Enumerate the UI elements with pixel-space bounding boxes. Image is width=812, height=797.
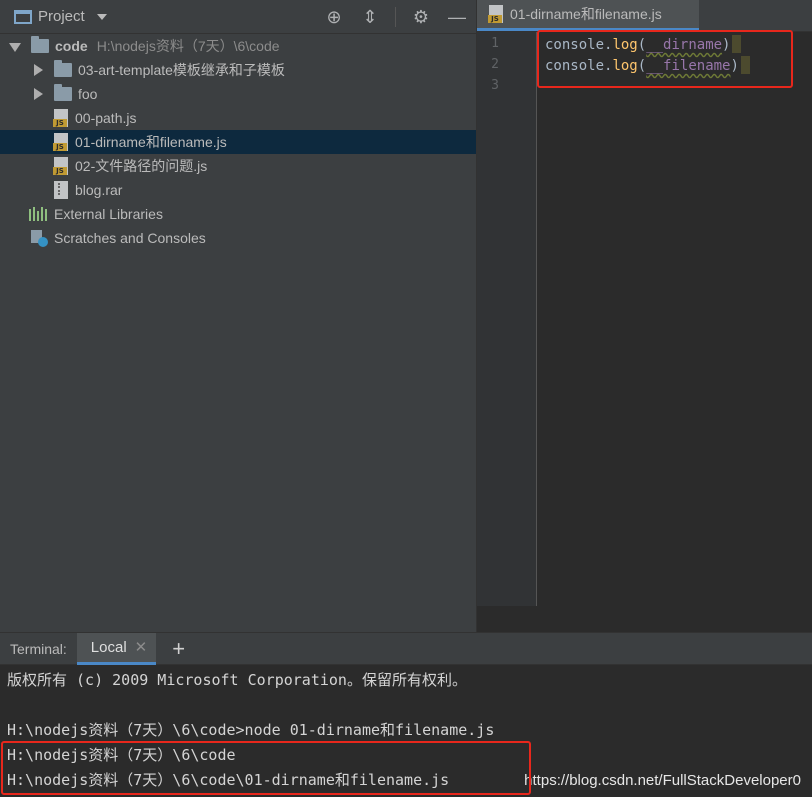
project-window-icon [14,9,32,24]
terminal-title: Terminal: [10,640,67,657]
js-file-icon [488,5,503,23]
terminal-line: H:\nodejs资料（7天）\6\code [7,746,236,764]
project-tree: code H:\nodejs资料（7天）\6\code 03-art-templ… [0,34,476,250]
editor-tab-bar: 01-dirname和filename.js [477,0,812,32]
line-number: 2 [491,57,499,72]
code-token-argument: __filename [646,58,731,74]
tree-item-label: blog.rar [75,182,123,198]
js-file-icon [53,133,68,151]
tree-item-art-template[interactable]: 03-art-template模板继承和子模板 [0,58,476,82]
terminal-tab-local[interactable]: Local ✕ [76,632,157,665]
editor: 01-dirname和filename.js 1 2 3 console.log… [476,0,812,632]
tree-item-foo[interactable]: foo [0,82,476,106]
project-header: Project ⊕ ⇕ ⚙ — [0,0,476,34]
divider [395,7,396,27]
watermark: https://blog.csdn.net/FullStackDeveloper… [524,772,801,789]
terminal-panel: Terminal: Local ✕ + 版权所有 (c) 2009 Micros… [0,632,812,797]
project-view-selector[interactable]: Project [14,8,107,25]
tree-item-00-path[interactable]: 00-path.js [0,106,476,130]
folder-icon [31,36,49,53]
js-file-icon [53,109,68,127]
terminal-tab-label: Local [90,638,127,656]
scratches-icon [29,229,49,247]
tree-scratches-consoles[interactable]: Scratches and Consoles [0,226,476,250]
tree-item-blog-rar[interactable]: blog.rar [0,178,476,202]
tree-item-label: 03-art-template模板继承和子模板 [78,62,285,78]
code-token-object: console [545,37,605,53]
minimize-icon[interactable]: — [446,6,468,28]
tree-item-label: External Libraries [54,206,163,222]
expand-arrow-icon[interactable] [8,40,21,52]
code-token-argument: __dirname [646,37,723,53]
js-file-icon [53,157,68,175]
code-token-paren: ) [730,58,739,74]
project-panel: Project ⊕ ⇕ ⚙ — code H:\nodejs资料（7天）\6\c… [0,0,476,632]
code-token-function: log [612,58,638,74]
line-number-gutter: 1 2 3 [477,32,537,606]
root-folder-name: code [55,38,88,54]
tree-item-label: 02-文件路径的问题.js [75,158,208,174]
terminal-line: H:\nodejs资料（7天）\6\code\01-dirname和filena… [7,771,450,789]
line-number: 1 [491,36,499,51]
folder-icon [54,84,72,101]
archive-file-icon [54,181,68,199]
text-caret [732,35,742,53]
tree-item-label: 01-dirname和filename.js [75,134,227,150]
code-line-2[interactable]: console.log(__filename) [545,56,750,74]
tree-root-code[interactable]: code H:\nodejs资料（7天）\6\code [0,34,476,58]
gear-icon[interactable]: ⚙ [410,6,432,28]
add-terminal-icon[interactable]: + [172,636,185,662]
code-line-1[interactable]: console.log(__dirname) [545,35,742,53]
terminal-line: 版权所有 (c) 2009 Microsoft Corporation。保留所有… [7,671,467,689]
code-token-paren: ( [637,58,647,74]
terminal-line: H:\nodejs资料（7天）\6\code>node 01-dirname和f… [7,721,495,739]
folder-icon [54,60,72,77]
code-token-paren: ( [637,37,647,53]
tree-external-libraries[interactable]: External Libraries [0,202,476,226]
code-token-object: console [545,58,605,74]
code-token-paren: ) [722,37,731,53]
target-icon[interactable]: ⊕ [323,6,345,28]
tree-item-01-dirname[interactable]: 01-dirname和filename.js [0,130,476,154]
project-title: Project [38,8,85,25]
tree-item-label: 00-path.js [75,110,137,126]
code-token-function: log [612,37,638,53]
chevron-down-icon [96,13,107,20]
root-folder-path: H:\nodejs资料（7天）\6\code [96,38,280,54]
tree-item-02-filepath[interactable]: 02-文件路径的问题.js [0,154,476,178]
collapse-icon[interactable]: ⇕ [359,6,381,28]
tree-item-label: Scratches and Consoles [54,230,206,246]
expand-arrow-icon[interactable] [31,88,43,100]
text-caret [740,56,750,74]
library-icon [29,207,49,221]
line-number: 3 [491,78,499,93]
close-icon[interactable]: ✕ [135,638,148,656]
expand-arrow-icon[interactable] [31,64,43,76]
tree-item-label: foo [78,86,98,102]
editor-bottom-strip [477,606,812,632]
editor-tab-label: 01-dirname和filename.js [510,6,662,22]
terminal-tab-bar: Terminal: Local ✕ + [0,632,812,665]
editor-tab[interactable]: 01-dirname和filename.js [477,0,699,31]
